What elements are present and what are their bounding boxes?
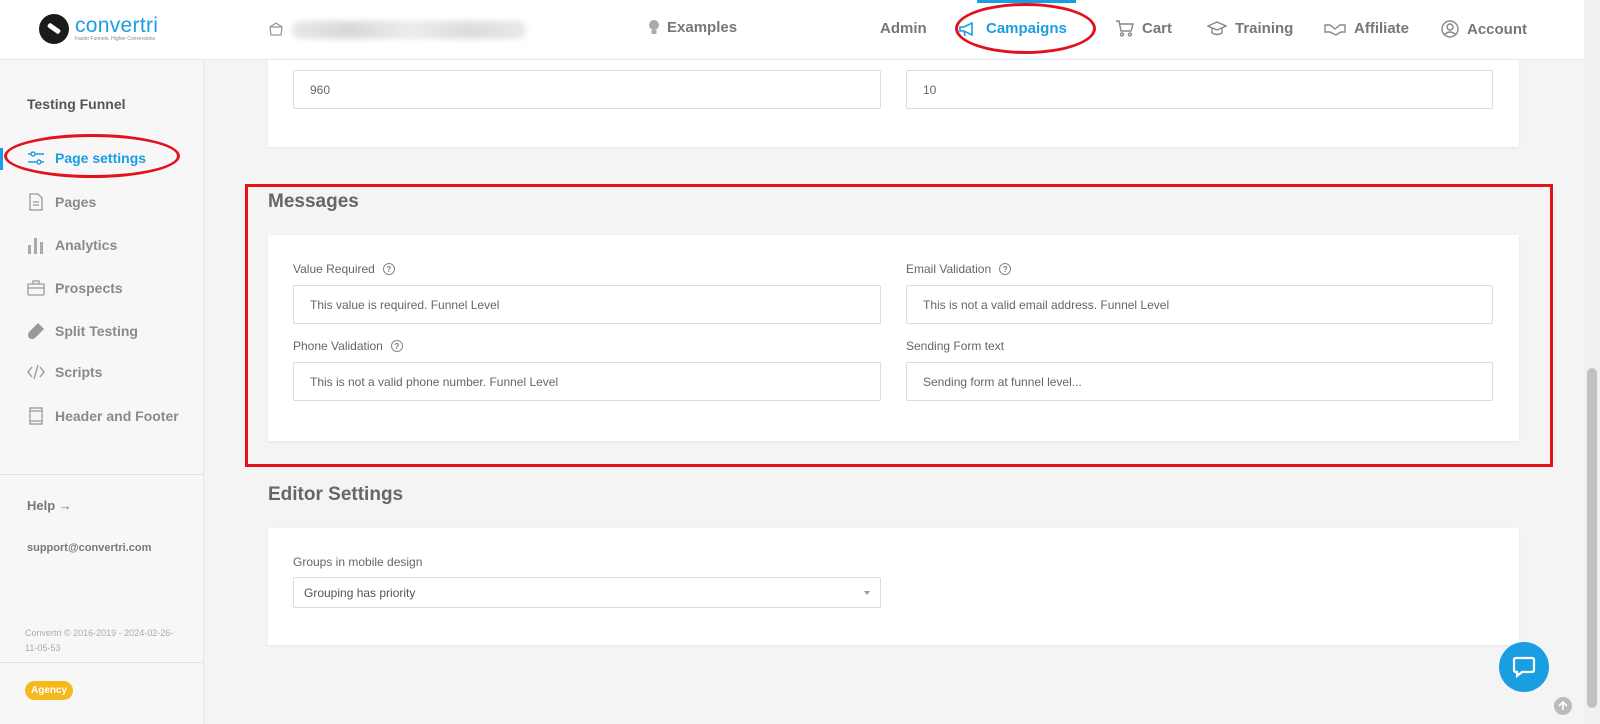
annotation-box-messages [245, 184, 1553, 467]
nav-admin-label: Admin [880, 20, 927, 37]
nav-affiliate[interactable]: Affiliate [1324, 20, 1409, 37]
groups-mobile-selected-value: Grouping has priority [304, 585, 416, 600]
logo-mark-icon [39, 14, 69, 44]
agency-badge: Agency [25, 681, 74, 700]
nav-cart[interactable]: Cart [1115, 20, 1172, 37]
nav-affiliate-label: Affiliate [1354, 20, 1410, 37]
code-icon [27, 364, 45, 380]
sidebar-item-label: Split Testing [55, 323, 138, 339]
store-icon[interactable] [268, 22, 284, 36]
nav-training[interactable]: Training [1207, 20, 1293, 37]
sidebar-divider [0, 662, 204, 663]
editor-settings-card: Groups in mobile design Grouping has pri… [268, 528, 1519, 645]
chevron-down-icon [864, 591, 870, 595]
page-scrollbar[interactable] [1584, 0, 1600, 724]
page-dimensions-card: 960 10 [268, 60, 1519, 147]
sidebar-item-header-footer[interactable]: Header and Footer [27, 407, 179, 425]
page-setting-input[interactable]: 10 [906, 70, 1493, 109]
document-icon [29, 193, 43, 211]
funnel-name: Testing Funnel [27, 96, 126, 112]
scroll-to-top-button[interactable] [1554, 697, 1572, 715]
arrow-up-icon [1558, 701, 1568, 710]
scrollbar-thumb[interactable] [1587, 368, 1597, 708]
sidebar-divider [0, 474, 204, 475]
graduation-cap-icon [1207, 20, 1227, 35]
sidebar-item-analytics[interactable]: Analytics [27, 236, 117, 254]
annotation-circle-campaigns [955, 3, 1096, 54]
flask-icon [28, 323, 44, 339]
sidebar-item-label: Prospects [55, 280, 123, 296]
handshake-icon [1324, 23, 1346, 36]
copyright-text: Convertri © 2016-2019 - 2024-02-26-11-05… [25, 628, 174, 653]
help-link[interactable]: Help → [27, 498, 72, 513]
editor-settings-title: Editor Settings [268, 484, 404, 505]
logo-name: convertri [75, 14, 159, 37]
sidebar-item-label: Scripts [55, 364, 103, 380]
nav-account[interactable]: Account [1441, 20, 1527, 38]
user-circle-icon [1441, 20, 1459, 38]
support-email-link[interactable]: support@convertri.com [27, 542, 151, 554]
examples-label: Examples [667, 19, 738, 36]
sidebar: Testing Funnel Page settings Pages Analy… [0, 60, 204, 724]
groups-mobile-label: Groups in mobile design [293, 555, 422, 569]
sidebar-item-label: Header and Footer [55, 408, 179, 424]
examples-link[interactable]: Examples [648, 19, 737, 36]
annotation-circle-page-settings [4, 134, 180, 178]
nav-admin[interactable]: Admin [880, 20, 927, 37]
groups-mobile-label-text: Groups in mobile design [293, 555, 423, 569]
top-navigation-bar: convertri Faster Funnels, Higher Convers… [0, 0, 1584, 60]
lightbulb-icon [649, 20, 659, 34]
live-chat-button[interactable] [1499, 642, 1549, 692]
nav-account-label: Account [1467, 20, 1527, 38]
groups-mobile-select[interactable]: Grouping has priority [293, 577, 881, 608]
sidebar-item-prospects[interactable]: Prospects [27, 279, 123, 297]
sidebar-item-split-testing[interactable]: Split Testing [27, 322, 138, 340]
sidebar-item-pages[interactable]: Pages [27, 193, 96, 211]
bar-chart-icon [28, 238, 43, 254]
chat-bubble-icon [1512, 656, 1536, 678]
convertri-logo[interactable]: convertri Faster Funnels, Higher Convers… [39, 14, 158, 44]
logo-tagline: Faster Funnels, Higher Conversions [75, 36, 156, 42]
sidebar-item-label: Pages [55, 194, 97, 210]
sidebar-item-scripts[interactable]: Scripts [27, 364, 102, 380]
nav-cart-label: Cart [1142, 20, 1173, 37]
layout-icon [29, 407, 43, 425]
page-width-input[interactable]: 960 [293, 70, 881, 109]
sidebar-item-label: Analytics [55, 237, 118, 253]
cart-icon [1116, 20, 1134, 37]
sidebar-active-indicator [0, 148, 3, 170]
briefcase-icon [27, 280, 45, 296]
nav-training-label: Training [1235, 20, 1294, 37]
blurred-funnel-url [292, 21, 526, 39]
